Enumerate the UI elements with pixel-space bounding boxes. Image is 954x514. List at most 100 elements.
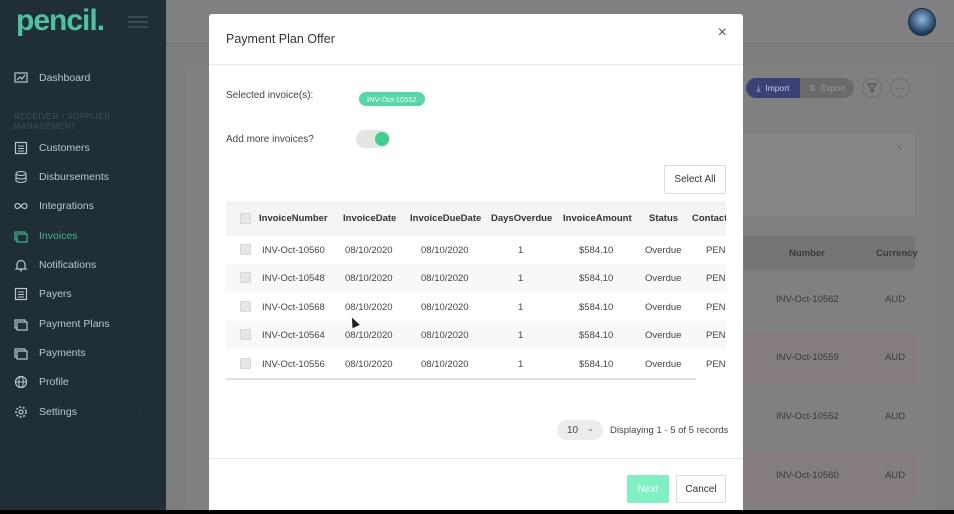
sidebar-item-integrations[interactable]: Integrations xyxy=(14,196,94,216)
row-checkbox[interactable] xyxy=(240,244,251,255)
column-header-invoicenumber[interactable]: InvoiceNumber xyxy=(259,213,328,224)
sidebar-item-profile[interactable]: Profile xyxy=(14,372,69,392)
invoice-number: INV-Oct-10552 xyxy=(776,411,839,422)
pagination-status: Displaying 1 - 5 of 5 records xyxy=(610,425,729,436)
table-row[interactable]: INV-Oct-10560 08/10/2020 08/10/2020 1 $5… xyxy=(226,236,726,264)
row-checkbox[interactable] xyxy=(240,301,251,312)
table-row[interactable]: INV-Oct-10562 AUD xyxy=(743,274,915,326)
invoices-icon xyxy=(14,229,28,243)
close-icon[interactable]: × xyxy=(896,140,903,154)
currency: AUD xyxy=(885,411,906,422)
sidebar-item-disbursements[interactable]: Disbursements xyxy=(14,167,109,187)
column-header-invoiceduedate[interactable]: InvoiceDueDate xyxy=(410,213,481,224)
import-button[interactable]: ⤓ Import xyxy=(746,78,800,98)
sidebar-item-payment-plans[interactable]: Payment Plans xyxy=(14,314,110,334)
divider xyxy=(209,64,743,65)
cell-contact: PEN xyxy=(706,273,726,284)
bell-icon xyxy=(14,258,28,272)
next-button[interactable]: Next xyxy=(627,475,669,503)
table-row[interactable]: INV-Oct-10556 08/10/2020 08/10/2020 1 $5… xyxy=(226,350,726,378)
table-row[interactable]: INV-Oct-10559 AUD xyxy=(743,332,915,384)
sidebar-item-invoices[interactable]: Invoices xyxy=(14,226,78,246)
export-button[interactable]: ⇅ Export xyxy=(800,78,854,98)
cell-days-overdue: 1 xyxy=(518,330,524,341)
horizontal-scrollbar[interactable] xyxy=(226,378,696,380)
column-header-contact[interactable]: Contact xyxy=(692,213,726,224)
cell-status: Overdue xyxy=(645,245,682,256)
sidebar-item-label: Integrations xyxy=(39,200,94,212)
column-header-currency: Currency xyxy=(876,248,918,259)
sidebar-section-label: RECEIVER / SUPPLIER MANAGEMENT xyxy=(14,112,111,131)
cell-due-date: 08/10/2020 xyxy=(421,273,469,284)
row-checkbox[interactable] xyxy=(240,358,251,369)
table-row[interactable]: INV-Oct-10552 AUD xyxy=(743,391,915,443)
sidebar-item-settings[interactable]: Settings › xyxy=(14,402,154,422)
cell-invoice-date: 08/10/2020 xyxy=(345,273,393,284)
stack-icon xyxy=(14,346,28,360)
table-header: InvoiceNumber InvoiceDate InvoiceDueDate… xyxy=(226,201,726,236)
sidebar-item-dashboard[interactable]: Dashboard xyxy=(14,68,90,88)
selected-invoice-chip[interactable]: INV-Oct-10552 xyxy=(359,92,425,106)
sidebar-item-label: Payment Plans xyxy=(39,318,110,330)
list-icon xyxy=(14,287,28,301)
sidebar-item-payments[interactable]: Payments xyxy=(14,343,86,363)
table-row[interactable]: INV-Oct-10548 08/10/2020 08/10/2020 1 $5… xyxy=(226,264,726,292)
column-header-number: Number xyxy=(789,248,825,259)
modal-title: Payment Plan Offer xyxy=(226,32,335,46)
row-checkbox[interactable] xyxy=(240,329,251,340)
select-all-button[interactable]: Select All xyxy=(664,165,726,194)
select-all-checkbox[interactable] xyxy=(240,213,251,224)
sidebar-item-label: Profile xyxy=(39,376,69,388)
table-row[interactable]: INV-Oct-10568 08/10/2020 08/10/2020 1 $5… xyxy=(226,293,726,321)
globe-icon xyxy=(14,375,28,389)
cell-days-overdue: 1 xyxy=(518,245,524,256)
more-icon: ··· xyxy=(895,83,905,93)
sidebar-item-customers[interactable]: Customers xyxy=(14,138,90,158)
chevron-down-icon: ⌄ xyxy=(587,424,594,433)
sidebar-item-payers[interactable]: Payers xyxy=(14,284,72,304)
filter-button[interactable] xyxy=(862,78,882,98)
more-options-button[interactable]: ··· xyxy=(890,78,910,98)
currency: AUD xyxy=(885,294,906,305)
cell-contact: PEN xyxy=(706,245,726,256)
dashboard-icon xyxy=(14,71,28,85)
column-header-status[interactable]: Status xyxy=(649,213,678,224)
infinity-icon xyxy=(14,199,28,213)
column-header-invoiceamount[interactable]: InvoiceAmount xyxy=(563,213,632,224)
toggle-knob xyxy=(375,132,389,146)
sidebar-item-label: Payers xyxy=(39,288,72,300)
cell-status: Overdue xyxy=(645,302,682,313)
sidebar-item-label: Payments xyxy=(39,347,86,359)
sidebar-item-notifications[interactable]: Notifications xyxy=(14,255,96,275)
row-checkbox[interactable] xyxy=(240,272,251,283)
cell-days-overdue: 1 xyxy=(518,302,524,313)
table-row[interactable]: INV-Oct-10560 AUD xyxy=(743,450,915,502)
cell-due-date: 08/10/2020 xyxy=(421,245,469,256)
table-row[interactable]: INV-Oct-10564 08/10/2020 08/10/2020 1 $5… xyxy=(226,321,726,349)
payment-plan-modal: Payment Plan Offer × Selected invoice(s)… xyxy=(209,14,743,510)
add-more-invoices-toggle[interactable] xyxy=(356,130,390,148)
cell-amount: $584.10 xyxy=(579,359,614,370)
invoice-number: INV-Oct-10560 xyxy=(776,470,839,481)
page-size-value: 10 xyxy=(567,424,579,436)
cell-invoice-date: 08/10/2020 xyxy=(345,245,393,256)
divider xyxy=(209,458,743,459)
column-header-daysoverdue[interactable]: DaysOverdue xyxy=(491,213,552,224)
sidebar-item-label: Settings xyxy=(39,406,77,418)
chevron-right-icon: › xyxy=(139,407,142,417)
cell-invoice-date: 08/10/2020 xyxy=(345,330,393,341)
page-size-select[interactable]: 10 ⌄ xyxy=(557,420,603,440)
cell-contact: PEN xyxy=(706,330,726,341)
currency: AUD xyxy=(885,470,906,481)
column-header-invoicedate[interactable]: InvoiceDate xyxy=(343,213,396,224)
menu-toggle-icon[interactable] xyxy=(128,16,148,28)
cell-amount: $584.10 xyxy=(579,273,614,284)
close-icon[interactable]: × xyxy=(718,24,727,42)
notice-panel: × xyxy=(743,134,915,216)
cancel-button[interactable]: Cancel xyxy=(676,475,726,503)
gear-icon xyxy=(14,405,28,419)
sidebar-item-label: Customers xyxy=(39,142,90,154)
brand-logo[interactable]: pencil. xyxy=(16,4,105,38)
cell-status: Overdue xyxy=(645,330,682,341)
avatar[interactable] xyxy=(908,8,936,36)
